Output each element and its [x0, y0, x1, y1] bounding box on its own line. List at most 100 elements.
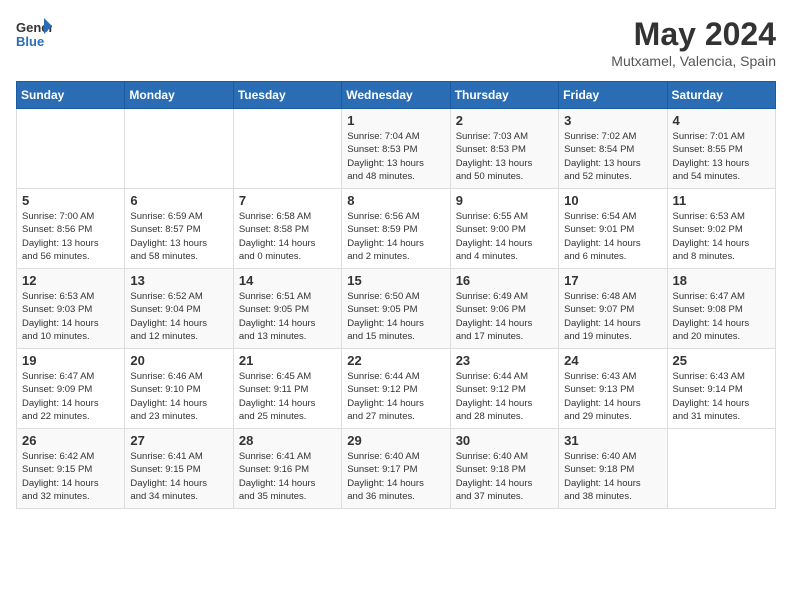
day-info: Sunrise: 6:58 AMSunset: 8:58 PMDaylight:…	[239, 210, 336, 263]
page-header: General Blue May 2024 Mutxamel, Valencia…	[16, 16, 776, 69]
calendar-cell: 10 Sunrise: 6:54 AMSunset: 9:01 PMDayligh…	[559, 189, 667, 269]
calendar-cell: 7 Sunrise: 6:58 AMSunset: 8:58 PMDaylight…	[233, 189, 341, 269]
day-info: Sunrise: 6:40 AMSunset: 9:17 PMDaylight:…	[347, 450, 444, 503]
calendar-cell: 11 Sunrise: 6:53 AMSunset: 9:02 PMDayligh…	[667, 189, 775, 269]
title-block: May 2024 Mutxamel, Valencia, Spain	[611, 16, 776, 69]
calendar-cell: 22Sunrise: 6:44 AMSunset: 9:12 PMDayligh…	[342, 349, 450, 429]
calendar-cell	[125, 109, 233, 189]
day-number: 15	[347, 273, 444, 288]
calendar-cell: 4 Sunrise: 7:01 AMSunset: 8:55 PMDaylight…	[667, 109, 775, 189]
calendar-table: SundayMondayTuesdayWednesdayThursdayFrid…	[16, 81, 776, 509]
day-number: 20	[130, 353, 227, 368]
day-number: 3	[564, 113, 661, 128]
day-number: 16	[456, 273, 553, 288]
day-of-week-header: Saturday	[667, 82, 775, 109]
calendar-week-row: 19 Sunrise: 6:47 AMSunset: 9:09 PMDayligh…	[17, 349, 776, 429]
day-info: Sunrise: 6:43 AMSunset: 9:14 PMDaylight:…	[673, 370, 770, 423]
calendar-week-row: 12 Sunrise: 6:53 AMSunset: 9:03 PMDayligh…	[17, 269, 776, 349]
calendar-cell: 17 Sunrise: 6:48 AMSunset: 9:07 PMDayligh…	[559, 269, 667, 349]
day-info: Sunrise: 6:41 AMSunset: 9:16 PMDaylight:…	[239, 450, 336, 503]
day-info: Sunrise: 6:53 AMSunset: 9:02 PMDaylight:…	[673, 210, 770, 263]
day-info: Sunrise: 6:40 AMSunset: 9:18 PMDaylight:…	[564, 450, 661, 503]
day-info: Sunrise: 6:56 AMSunset: 8:59 PMDaylight:…	[347, 210, 444, 263]
day-info: Sunrise: 6:49 AMSunset: 9:06 PMDaylight:…	[456, 290, 553, 343]
calendar-cell: 12 Sunrise: 6:53 AMSunset: 9:03 PMDayligh…	[17, 269, 125, 349]
day-info: Sunrise: 6:54 AMSunset: 9:01 PMDaylight:…	[564, 210, 661, 263]
day-number: 26	[22, 433, 119, 448]
day-number: 10	[564, 193, 661, 208]
day-number: 22	[347, 353, 444, 368]
calendar-cell: 26 Sunrise: 6:42 AMSunset: 9:15 PMDayligh…	[17, 429, 125, 509]
day-info: Sunrise: 6:44 AMSunset: 9:12 PMDaylight:…	[456, 370, 553, 423]
calendar-week-row: 1Sunrise: 7:04 AMSunset: 8:53 PMDaylight…	[17, 109, 776, 189]
day-info: Sunrise: 7:00 AMSunset: 8:56 PMDaylight:…	[22, 210, 119, 263]
day-of-week-header: Sunday	[17, 82, 125, 109]
location-subtitle: Mutxamel, Valencia, Spain	[611, 53, 776, 69]
day-number: 31	[564, 433, 661, 448]
calendar-cell: 5Sunrise: 7:00 AMSunset: 8:56 PMDaylight…	[17, 189, 125, 269]
calendar-cell: 29 Sunrise: 6:40 AMSunset: 9:17 PMDayligh…	[342, 429, 450, 509]
day-number: 27	[130, 433, 227, 448]
day-info: Sunrise: 6:59 AMSunset: 8:57 PMDaylight:…	[130, 210, 227, 263]
day-number: 23	[456, 353, 553, 368]
calendar-header-row: SundayMondayTuesdayWednesdayThursdayFrid…	[17, 82, 776, 109]
calendar-cell	[17, 109, 125, 189]
day-number: 19	[22, 353, 119, 368]
calendar-cell: 25Sunrise: 6:43 AMSunset: 9:14 PMDayligh…	[667, 349, 775, 429]
day-info: Sunrise: 6:47 AMSunset: 9:08 PMDaylight:…	[673, 290, 770, 343]
calendar-cell: 2Sunrise: 7:03 AMSunset: 8:53 PMDaylight…	[450, 109, 558, 189]
day-number: 29	[347, 433, 444, 448]
day-of-week-header: Wednesday	[342, 82, 450, 109]
day-info: Sunrise: 6:47 AMSunset: 9:09 PMDaylight:…	[22, 370, 119, 423]
day-number: 12	[22, 273, 119, 288]
day-number: 17	[564, 273, 661, 288]
svg-text:Blue: Blue	[16, 34, 44, 49]
calendar-cell: 28Sunrise: 6:41 AMSunset: 9:16 PMDayligh…	[233, 429, 341, 509]
day-number: 30	[456, 433, 553, 448]
day-info: Sunrise: 7:01 AMSunset: 8:55 PMDaylight:…	[673, 130, 770, 183]
calendar-cell: 19 Sunrise: 6:47 AMSunset: 9:09 PMDayligh…	[17, 349, 125, 429]
calendar-cell: 27 Sunrise: 6:41 AMSunset: 9:15 PMDayligh…	[125, 429, 233, 509]
calendar-cell: 30Sunrise: 6:40 AMSunset: 9:18 PMDayligh…	[450, 429, 558, 509]
calendar-cell: 18Sunrise: 6:47 AMSunset: 9:08 PMDayligh…	[667, 269, 775, 349]
calendar-cell: 8Sunrise: 6:56 AMSunset: 8:59 PMDaylight…	[342, 189, 450, 269]
day-info: Sunrise: 6:46 AMSunset: 9:10 PMDaylight:…	[130, 370, 227, 423]
calendar-cell: 14Sunrise: 6:51 AMSunset: 9:05 PMDayligh…	[233, 269, 341, 349]
day-number: 14	[239, 273, 336, 288]
calendar-cell: 13Sunrise: 6:52 AMSunset: 9:04 PMDayligh…	[125, 269, 233, 349]
calendar-cell	[667, 429, 775, 509]
calendar-week-row: 5Sunrise: 7:00 AMSunset: 8:56 PMDaylight…	[17, 189, 776, 269]
calendar-cell: 23 Sunrise: 6:44 AMSunset: 9:12 PMDayligh…	[450, 349, 558, 429]
calendar-cell: 24 Sunrise: 6:43 AMSunset: 9:13 PMDayligh…	[559, 349, 667, 429]
day-number: 1	[347, 113, 444, 128]
logo-image: General Blue	[16, 16, 52, 57]
day-info: Sunrise: 6:50 AMSunset: 9:05 PMDaylight:…	[347, 290, 444, 343]
day-info: Sunrise: 6:55 AMSunset: 9:00 PMDaylight:…	[456, 210, 553, 263]
day-info: Sunrise: 6:48 AMSunset: 9:07 PMDaylight:…	[564, 290, 661, 343]
calendar-cell: 3 Sunrise: 7:02 AMSunset: 8:54 PMDaylight…	[559, 109, 667, 189]
day-number: 24	[564, 353, 661, 368]
day-number: 11	[673, 193, 770, 208]
day-number: 4	[673, 113, 770, 128]
day-info: Sunrise: 6:45 AMSunset: 9:11 PMDaylight:…	[239, 370, 336, 423]
calendar-cell: 15 Sunrise: 6:50 AMSunset: 9:05 PMDayligh…	[342, 269, 450, 349]
logo: General Blue	[16, 16, 52, 57]
calendar-cell: 16 Sunrise: 6:49 AMSunset: 9:06 PMDayligh…	[450, 269, 558, 349]
calendar-week-row: 26 Sunrise: 6:42 AMSunset: 9:15 PMDayligh…	[17, 429, 776, 509]
day-info: Sunrise: 6:41 AMSunset: 9:15 PMDaylight:…	[130, 450, 227, 503]
day-info: Sunrise: 7:02 AMSunset: 8:54 PMDaylight:…	[564, 130, 661, 183]
day-number: 7	[239, 193, 336, 208]
day-of-week-header: Monday	[125, 82, 233, 109]
calendar-cell: 31 Sunrise: 6:40 AMSunset: 9:18 PMDayligh…	[559, 429, 667, 509]
day-info: Sunrise: 6:53 AMSunset: 9:03 PMDaylight:…	[22, 290, 119, 343]
day-number: 9	[456, 193, 553, 208]
day-info: Sunrise: 6:42 AMSunset: 9:15 PMDaylight:…	[22, 450, 119, 503]
day-of-week-header: Thursday	[450, 82, 558, 109]
calendar-cell: 6 Sunrise: 6:59 AMSunset: 8:57 PMDaylight…	[125, 189, 233, 269]
day-number: 6	[130, 193, 227, 208]
calendar-cell	[233, 109, 341, 189]
day-info: Sunrise: 6:43 AMSunset: 9:13 PMDaylight:…	[564, 370, 661, 423]
calendar-cell: 20 Sunrise: 6:46 AMSunset: 9:10 PMDayligh…	[125, 349, 233, 429]
day-number: 21	[239, 353, 336, 368]
month-year-title: May 2024	[611, 16, 776, 53]
